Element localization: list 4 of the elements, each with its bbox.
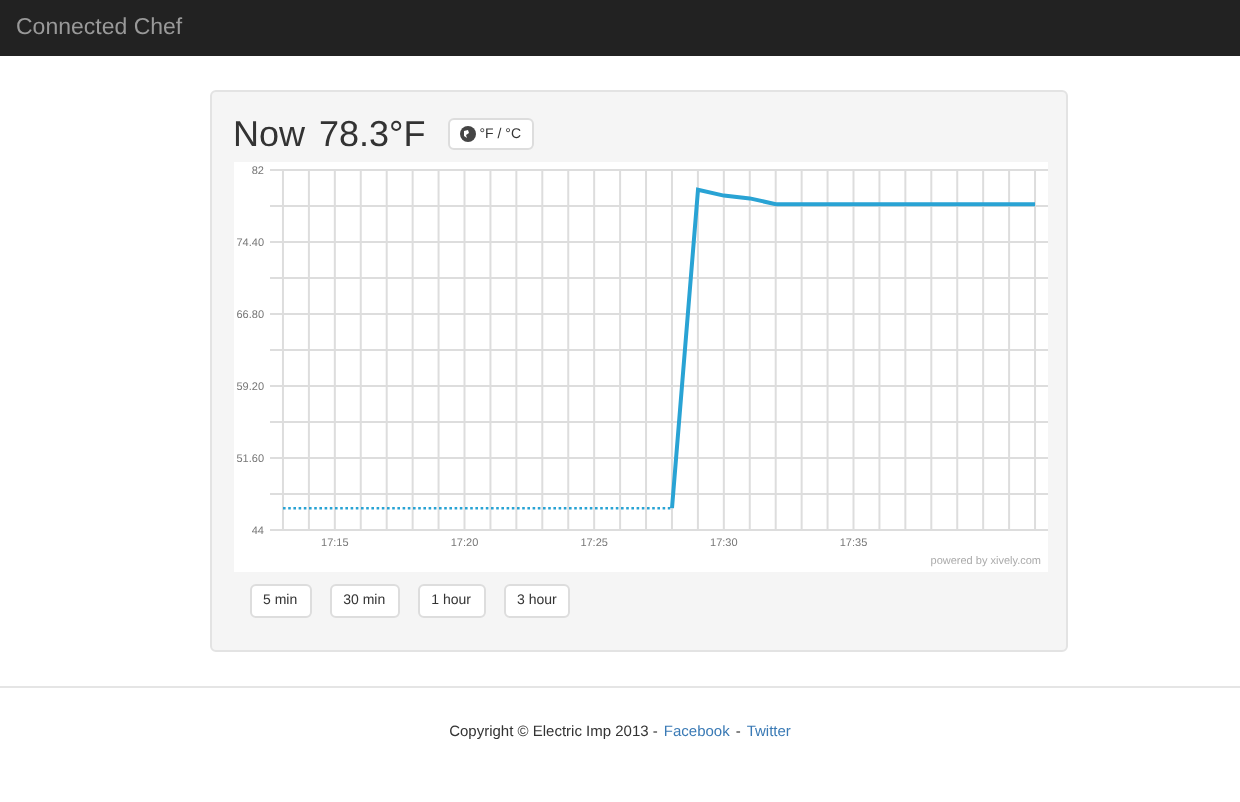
- globe-icon: [459, 126, 476, 142]
- temperature-value: 78.3°F: [319, 113, 426, 155]
- brand-title[interactable]: Connected Chef: [16, 16, 183, 40]
- reading-label: Now: [233, 113, 306, 155]
